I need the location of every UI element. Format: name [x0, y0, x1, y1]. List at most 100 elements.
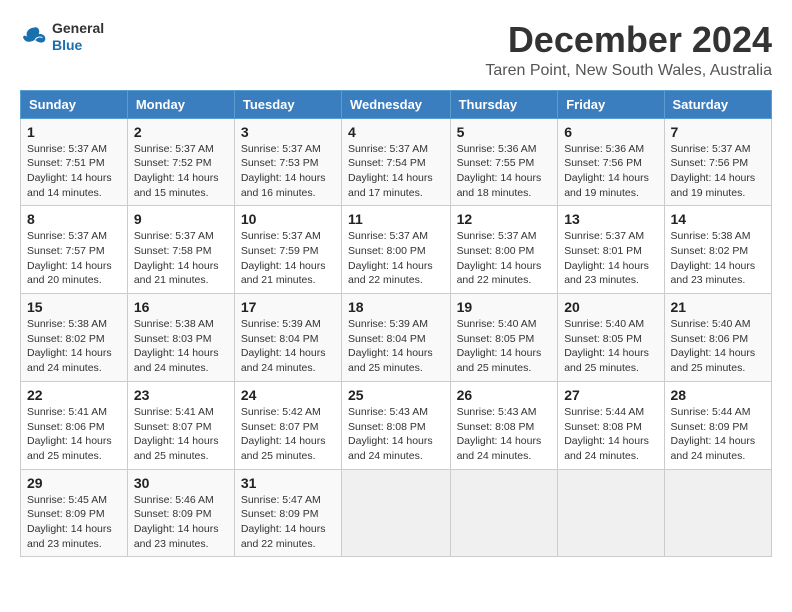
weekday-header-sunday: Sunday	[21, 90, 128, 118]
calendar-cell: 5 Sunrise: 5:36 AM Sunset: 7:55 PM Dayli…	[450, 118, 558, 206]
calendar-week-row: 22 Sunrise: 5:41 AM Sunset: 8:06 PM Dayl…	[21, 381, 772, 469]
calendar-cell: 13 Sunrise: 5:37 AM Sunset: 8:01 PM Dayl…	[558, 206, 664, 294]
day-number: 26	[457, 387, 552, 403]
weekday-header-thursday: Thursday	[450, 90, 558, 118]
calendar-cell: 8 Sunrise: 5:37 AM Sunset: 7:57 PM Dayli…	[21, 206, 128, 294]
day-number: 16	[134, 299, 228, 315]
calendar-cell: 24 Sunrise: 5:42 AM Sunset: 8:07 PM Dayl…	[234, 381, 341, 469]
day-info: Sunrise: 5:36 AM Sunset: 7:55 PM Dayligh…	[457, 142, 552, 201]
day-number: 29	[27, 475, 121, 491]
logo-bird-icon	[20, 23, 48, 51]
day-info: Sunrise: 5:37 AM Sunset: 8:00 PM Dayligh…	[348, 229, 444, 288]
calendar-cell	[558, 469, 664, 557]
day-info: Sunrise: 5:39 AM Sunset: 8:04 PM Dayligh…	[241, 317, 335, 376]
calendar-cell	[450, 469, 558, 557]
calendar-week-row: 15 Sunrise: 5:38 AM Sunset: 8:02 PM Dayl…	[21, 294, 772, 382]
day-number: 25	[348, 387, 444, 403]
calendar-cell: 11 Sunrise: 5:37 AM Sunset: 8:00 PM Dayl…	[342, 206, 451, 294]
day-number: 15	[27, 299, 121, 315]
day-info: Sunrise: 5:37 AM Sunset: 7:54 PM Dayligh…	[348, 142, 444, 201]
day-number: 3	[241, 124, 335, 140]
day-info: Sunrise: 5:37 AM Sunset: 8:01 PM Dayligh…	[564, 229, 657, 288]
day-number: 11	[348, 211, 444, 227]
day-number: 18	[348, 299, 444, 315]
day-number: 27	[564, 387, 657, 403]
day-info: Sunrise: 5:37 AM Sunset: 7:58 PM Dayligh…	[134, 229, 228, 288]
day-number: 22	[27, 387, 121, 403]
day-number: 10	[241, 211, 335, 227]
day-info: Sunrise: 5:42 AM Sunset: 8:07 PM Dayligh…	[241, 405, 335, 464]
day-number: 17	[241, 299, 335, 315]
day-info: Sunrise: 5:37 AM Sunset: 7:53 PM Dayligh…	[241, 142, 335, 201]
day-info: Sunrise: 5:46 AM Sunset: 8:09 PM Dayligh…	[134, 493, 228, 552]
month-title: December 2024	[485, 20, 772, 60]
weekday-header-row: SundayMondayTuesdayWednesdayThursdayFrid…	[21, 90, 772, 118]
day-info: Sunrise: 5:37 AM Sunset: 7:52 PM Dayligh…	[134, 142, 228, 201]
day-info: Sunrise: 5:37 AM Sunset: 7:57 PM Dayligh…	[27, 229, 121, 288]
weekday-header-monday: Monday	[127, 90, 234, 118]
day-number: 9	[134, 211, 228, 227]
day-number: 1	[27, 124, 121, 140]
day-info: Sunrise: 5:37 AM Sunset: 7:56 PM Dayligh…	[671, 142, 765, 201]
day-info: Sunrise: 5:36 AM Sunset: 7:56 PM Dayligh…	[564, 142, 657, 201]
day-number: 31	[241, 475, 335, 491]
day-number: 5	[457, 124, 552, 140]
calendar-cell: 12 Sunrise: 5:37 AM Sunset: 8:00 PM Dayl…	[450, 206, 558, 294]
calendar-week-row: 8 Sunrise: 5:37 AM Sunset: 7:57 PM Dayli…	[21, 206, 772, 294]
day-info: Sunrise: 5:37 AM Sunset: 7:51 PM Dayligh…	[27, 142, 121, 201]
calendar-cell	[664, 469, 771, 557]
title-area: December 2024 Taren Point, New South Wal…	[485, 20, 772, 80]
day-number: 30	[134, 475, 228, 491]
calendar-cell: 9 Sunrise: 5:37 AM Sunset: 7:58 PM Dayli…	[127, 206, 234, 294]
calendar-cell: 18 Sunrise: 5:39 AM Sunset: 8:04 PM Dayl…	[342, 294, 451, 382]
calendar-cell: 4 Sunrise: 5:37 AM Sunset: 7:54 PM Dayli…	[342, 118, 451, 206]
day-number: 6	[564, 124, 657, 140]
day-number: 8	[27, 211, 121, 227]
calendar-cell: 31 Sunrise: 5:47 AM Sunset: 8:09 PM Dayl…	[234, 469, 341, 557]
calendar-week-row: 1 Sunrise: 5:37 AM Sunset: 7:51 PM Dayli…	[21, 118, 772, 206]
day-info: Sunrise: 5:45 AM Sunset: 8:09 PM Dayligh…	[27, 493, 121, 552]
day-info: Sunrise: 5:40 AM Sunset: 8:05 PM Dayligh…	[457, 317, 552, 376]
day-info: Sunrise: 5:43 AM Sunset: 8:08 PM Dayligh…	[457, 405, 552, 464]
logo: General Blue	[20, 20, 104, 54]
calendar-cell	[342, 469, 451, 557]
calendar-table: SundayMondayTuesdayWednesdayThursdayFrid…	[20, 90, 772, 558]
day-info: Sunrise: 5:37 AM Sunset: 8:00 PM Dayligh…	[457, 229, 552, 288]
day-info: Sunrise: 5:38 AM Sunset: 8:02 PM Dayligh…	[671, 229, 765, 288]
day-number: 24	[241, 387, 335, 403]
calendar-cell: 19 Sunrise: 5:40 AM Sunset: 8:05 PM Dayl…	[450, 294, 558, 382]
day-info: Sunrise: 5:40 AM Sunset: 8:05 PM Dayligh…	[564, 317, 657, 376]
calendar-cell: 26 Sunrise: 5:43 AM Sunset: 8:08 PM Dayl…	[450, 381, 558, 469]
location-subtitle: Taren Point, New South Wales, Australia	[485, 62, 772, 80]
weekday-header-wednesday: Wednesday	[342, 90, 451, 118]
day-info: Sunrise: 5:38 AM Sunset: 8:03 PM Dayligh…	[134, 317, 228, 376]
calendar-cell: 1 Sunrise: 5:37 AM Sunset: 7:51 PM Dayli…	[21, 118, 128, 206]
page-header: General Blue December 2024 Taren Point, …	[20, 20, 772, 80]
day-info: Sunrise: 5:43 AM Sunset: 8:08 PM Dayligh…	[348, 405, 444, 464]
calendar-cell: 6 Sunrise: 5:36 AM Sunset: 7:56 PM Dayli…	[558, 118, 664, 206]
calendar-cell: 7 Sunrise: 5:37 AM Sunset: 7:56 PM Dayli…	[664, 118, 771, 206]
day-number: 20	[564, 299, 657, 315]
calendar-cell: 29 Sunrise: 5:45 AM Sunset: 8:09 PM Dayl…	[21, 469, 128, 557]
day-number: 13	[564, 211, 657, 227]
day-info: Sunrise: 5:44 AM Sunset: 8:08 PM Dayligh…	[564, 405, 657, 464]
day-info: Sunrise: 5:37 AM Sunset: 7:59 PM Dayligh…	[241, 229, 335, 288]
calendar-cell: 23 Sunrise: 5:41 AM Sunset: 8:07 PM Dayl…	[127, 381, 234, 469]
day-info: Sunrise: 5:44 AM Sunset: 8:09 PM Dayligh…	[671, 405, 765, 464]
day-number: 28	[671, 387, 765, 403]
calendar-cell: 16 Sunrise: 5:38 AM Sunset: 8:03 PM Dayl…	[127, 294, 234, 382]
day-info: Sunrise: 5:38 AM Sunset: 8:02 PM Dayligh…	[27, 317, 121, 376]
calendar-cell: 3 Sunrise: 5:37 AM Sunset: 7:53 PM Dayli…	[234, 118, 341, 206]
day-number: 4	[348, 124, 444, 140]
day-info: Sunrise: 5:41 AM Sunset: 8:07 PM Dayligh…	[134, 405, 228, 464]
day-info: Sunrise: 5:41 AM Sunset: 8:06 PM Dayligh…	[27, 405, 121, 464]
calendar-cell: 25 Sunrise: 5:43 AM Sunset: 8:08 PM Dayl…	[342, 381, 451, 469]
calendar-cell: 2 Sunrise: 5:37 AM Sunset: 7:52 PM Dayli…	[127, 118, 234, 206]
calendar-body: 1 Sunrise: 5:37 AM Sunset: 7:51 PM Dayli…	[21, 118, 772, 557]
calendar-cell: 10 Sunrise: 5:37 AM Sunset: 7:59 PM Dayl…	[234, 206, 341, 294]
day-number: 7	[671, 124, 765, 140]
weekday-header-tuesday: Tuesday	[234, 90, 341, 118]
calendar-cell: 21 Sunrise: 5:40 AM Sunset: 8:06 PM Dayl…	[664, 294, 771, 382]
day-info: Sunrise: 5:47 AM Sunset: 8:09 PM Dayligh…	[241, 493, 335, 552]
calendar-cell: 17 Sunrise: 5:39 AM Sunset: 8:04 PM Dayl…	[234, 294, 341, 382]
